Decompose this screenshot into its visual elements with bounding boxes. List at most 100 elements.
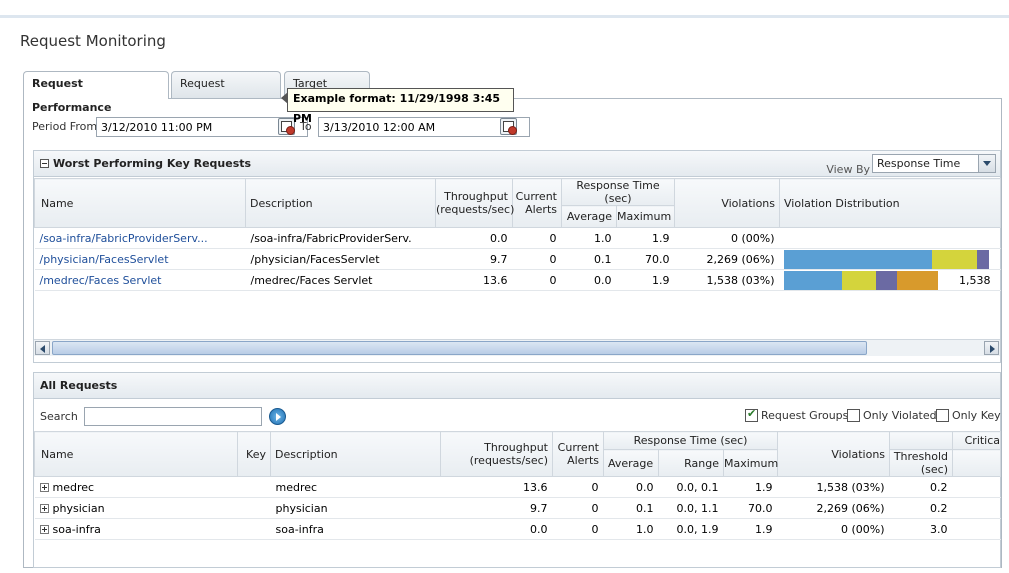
col-throughput[interactable]: Throughput (requests/sec) xyxy=(435,178,514,228)
range-value: 0.0, 0.1 xyxy=(658,476,724,498)
expand-icon[interactable] xyxy=(39,482,49,492)
group-name: soa-infra xyxy=(52,522,101,536)
col-description[interactable]: Description xyxy=(270,431,441,477)
request-name-link[interactable]: /physician/FacesServlet xyxy=(34,248,246,270)
tab-request-definitions[interactable]: Request Definitions xyxy=(171,71,281,114)
group-name-cell: physician xyxy=(34,497,238,519)
collapse-icon[interactable] xyxy=(40,159,49,168)
group-description: physician xyxy=(270,497,441,519)
col-name[interactable]: Name xyxy=(34,431,238,477)
col-threshold[interactable]: Threshold (sec) xyxy=(889,449,954,477)
threshold-value: 0.2 xyxy=(889,497,953,519)
col-range[interactable]: Range xyxy=(658,449,724,477)
top-divider xyxy=(0,15,1009,18)
throughput-value: 13.6 xyxy=(440,476,553,498)
distribution-segment[interactable] xyxy=(783,249,932,269)
violation-distribution-bar: 1,538 xyxy=(779,269,1001,291)
only-key-checkbox[interactable] xyxy=(936,409,949,422)
only-key-label[interactable]: Only Key xyxy=(952,409,1001,422)
throughput-value: 9.7 xyxy=(435,248,513,270)
table-row[interactable]: soa-infra soa-infra 0.0 0 1.0 0.0, 1.9 1… xyxy=(34,518,1001,540)
violation-distribution-bar xyxy=(779,227,1001,249)
col-description[interactable]: Description xyxy=(245,178,436,228)
alerts-value: 0 xyxy=(552,518,604,540)
group-description: soa-infra xyxy=(270,518,441,540)
table-row[interactable]: /physician/FacesServlet /physician/Faces… xyxy=(34,248,1001,270)
calendar-icon[interactable] xyxy=(500,118,517,135)
expand-icon[interactable] xyxy=(39,524,49,534)
search-input[interactable] xyxy=(84,407,262,426)
request-name-link[interactable]: /medrec/Faces Servlet xyxy=(34,269,246,291)
average-value: 0.1 xyxy=(603,497,659,519)
scroll-right-icon[interactable] xyxy=(984,341,999,355)
maximum-value: 1.9 xyxy=(616,227,675,249)
col-key[interactable]: Key xyxy=(237,431,271,477)
group-name-cell: medrec xyxy=(34,476,238,498)
col-response-time: Response Time (sec) xyxy=(561,178,675,206)
key-value xyxy=(237,476,271,498)
all-requests-header: All Requests xyxy=(34,373,1000,399)
table-row[interactable]: /medrec/Faces Servlet /medrec/Faces Serv… xyxy=(34,269,1001,291)
violations-value: 1,538 (03%) xyxy=(777,476,890,498)
maximum-value: 1.9 xyxy=(616,269,675,291)
col-maximum[interactable]: Maximum xyxy=(722,449,778,477)
col-violations[interactable]: Violations xyxy=(674,178,780,228)
col-throughput[interactable]: Throughput (requests/sec) xyxy=(440,431,553,477)
date-format-tooltip: Example format: 11/29/1998 3:45 PM xyxy=(287,88,514,125)
col-average[interactable]: Average xyxy=(561,205,617,228)
scroll-thumb[interactable] xyxy=(52,341,867,355)
group-name: physician xyxy=(52,501,105,515)
table-row[interactable]: /soa-infra/FabricProviderServ... /soa-in… xyxy=(34,227,1001,249)
col-violations[interactable]: Violations xyxy=(777,431,891,477)
col-maximum[interactable]: Maximum xyxy=(616,205,675,228)
throughput-value: 0.0 xyxy=(440,518,553,540)
col-current-alerts[interactable]: Current Alerts xyxy=(552,431,604,477)
view-by-value: Response Time xyxy=(877,157,961,170)
throughput-value: 0.0 xyxy=(435,227,513,249)
request-name-link[interactable]: /soa-infra/FabricProviderServ... xyxy=(34,227,246,249)
col-current-alerts[interactable]: Current Alerts xyxy=(512,178,562,228)
worst-performing-header: Worst Performing Key Requests View By Re… xyxy=(34,151,1000,177)
col-name[interactable]: Name xyxy=(34,178,246,228)
only-violated-label[interactable]: Only Violated xyxy=(863,409,937,422)
tab-request-performance[interactable]: Request Performance xyxy=(23,71,169,114)
period-from-input[interactable] xyxy=(96,117,308,137)
distribution-segment[interactable] xyxy=(977,249,990,269)
table-row[interactable]: medrec medrec 13.6 0 0.0 0.0, 0.1 1.9 1,… xyxy=(34,476,1001,498)
view-by-select[interactable]: Response Time xyxy=(872,154,996,173)
request-groups-checkbox[interactable] xyxy=(745,407,758,422)
distribution-segment[interactable] xyxy=(876,270,897,290)
average-value: 1.0 xyxy=(603,518,659,540)
chevron-down-icon[interactable] xyxy=(978,155,995,172)
violations-value: 1,538 (03%) xyxy=(674,269,780,291)
request-description: /soa-infra/FabricProviderServ. xyxy=(245,227,436,249)
distribution-segment[interactable] xyxy=(931,249,978,269)
distribution-bar[interactable] xyxy=(783,249,990,269)
page-title: Request Monitoring xyxy=(20,32,166,50)
period-from-label: Period From xyxy=(32,120,98,133)
worst-performing-panel: Worst Performing Key Requests View By Re… xyxy=(33,150,1001,363)
expand-icon[interactable] xyxy=(39,503,49,513)
distribution-segment[interactable] xyxy=(841,270,877,290)
violations-value: 0 (00%) xyxy=(674,227,780,249)
search-go-icon[interactable] xyxy=(269,408,286,425)
average-value: 0.0 xyxy=(561,269,617,291)
violations-value: 0 (00%) xyxy=(777,518,890,540)
group-name: medrec xyxy=(52,480,95,494)
throughput-value: 13.6 xyxy=(435,269,513,291)
range-value: 0.0, 1.9 xyxy=(658,518,724,540)
distribution-bar[interactable] xyxy=(783,270,956,290)
search-label: Search xyxy=(40,410,78,423)
group-name-cell: soa-infra xyxy=(34,518,238,540)
group-description: medrec xyxy=(270,476,441,498)
distribution-segment[interactable] xyxy=(783,270,842,290)
col-average[interactable]: Average xyxy=(603,449,659,477)
scroll-left-icon[interactable] xyxy=(35,341,50,355)
table-row[interactable]: physician physician 9.7 0 0.1 0.0, 1.1 7… xyxy=(34,497,1001,519)
distribution-segment[interactable] xyxy=(897,270,939,290)
only-violated-checkbox[interactable] xyxy=(847,409,860,422)
period-to-input[interactable] xyxy=(318,117,530,137)
maximum-value: 70.0 xyxy=(723,497,778,519)
request-groups-label[interactable]: Request Groups xyxy=(761,409,848,422)
horizontal-scrollbar[interactable] xyxy=(34,339,1000,356)
